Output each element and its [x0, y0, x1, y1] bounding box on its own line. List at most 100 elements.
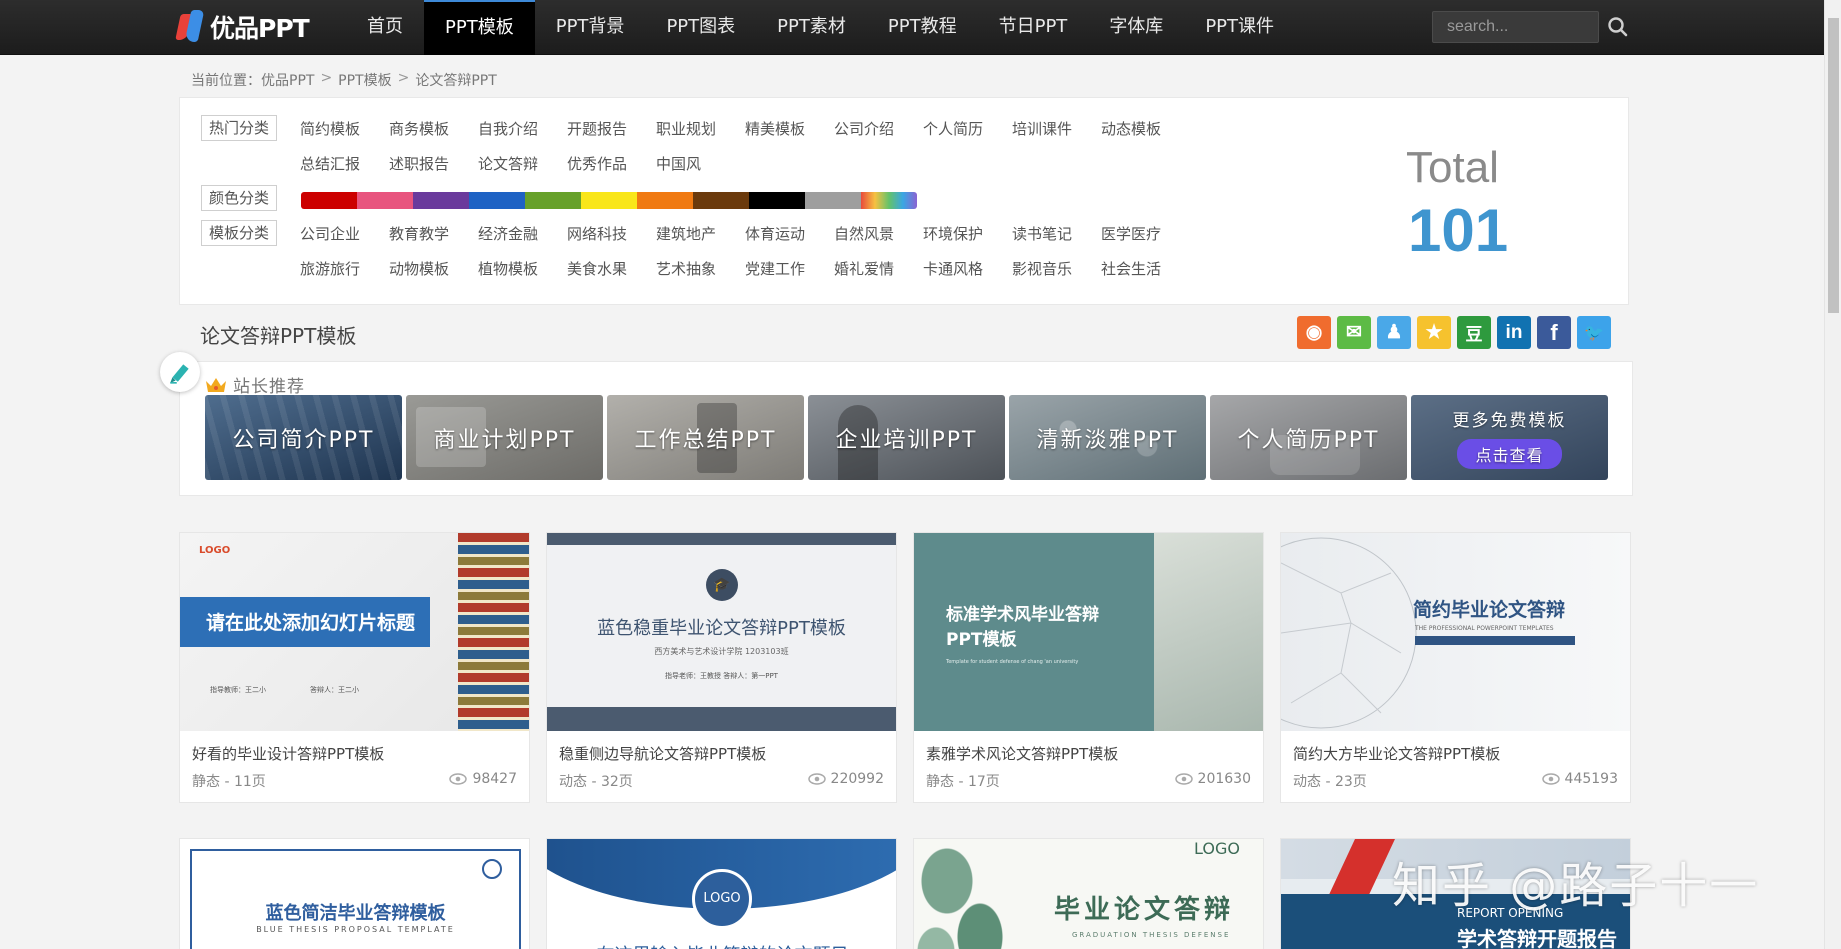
color-swatch-red[interactable]	[301, 192, 357, 209]
nav-item-home[interactable]: 首页	[346, 0, 424, 55]
filter-link[interactable]: 美食水果	[567, 258, 656, 279]
filter-link[interactable]: 自我介绍	[478, 118, 567, 139]
view-more-button[interactable]: 点击查看	[1457, 439, 1562, 469]
filter-link[interactable]: 教育教学	[389, 223, 478, 244]
filter-link[interactable]: 中国风	[656, 153, 745, 174]
recommend-tile-label: 企业培训PPT	[835, 427, 978, 453]
filter-link[interactable]: 经济金融	[478, 223, 567, 244]
template-card[interactable]: 蓝色简洁毕业答辩模板 BLUE THESIS PROPOSAL TEMPLATE	[179, 838, 530, 949]
hot-category-tag: 热门分类	[201, 115, 277, 141]
color-swatch-gray[interactable]	[805, 192, 861, 209]
template-card[interactable]: LOGO 毕业论文答辩 GRADUATION THESIS DEFENSE	[913, 838, 1264, 949]
weibo-share-icon[interactable]: ◉	[1297, 316, 1331, 349]
color-swatch-orange[interactable]	[637, 192, 693, 209]
filter-link[interactable]: 精美模板	[745, 118, 834, 139]
thumb-presenter: 答辩人：王二小	[310, 686, 359, 694]
filter-link[interactable]: 职业规划	[656, 118, 745, 139]
template-card[interactable]: LOGO 在这里输入毕业答辩的论文题目	[546, 838, 897, 949]
filter-link[interactable]: 动态模板	[1101, 118, 1190, 139]
filter-link[interactable]: 网络科技	[567, 223, 656, 244]
filter-link[interactable]: 论文答辩	[478, 153, 567, 174]
color-swatch-rainbow[interactable]	[861, 192, 917, 209]
filter-link[interactable]: 动物模板	[389, 258, 478, 279]
template-card[interactable]: 简约毕业论文答辩 THE PROFESSIONAL POWERPOINT TEM…	[1280, 532, 1631, 803]
recommend-tile-resume[interactable]: 个人简历PPT	[1210, 395, 1407, 480]
filter-link[interactable]: 艺术抽象	[656, 258, 745, 279]
color-swatch-black[interactable]	[749, 192, 805, 209]
douban-share-icon[interactable]: 豆	[1457, 316, 1491, 349]
recommend-tile-corporate-training[interactable]: 企业培训PPT	[808, 395, 1005, 480]
site-logo[interactable]: 优品PPT	[175, 8, 310, 46]
filter-link[interactable]: 医学医疗	[1101, 223, 1190, 244]
qzone-share-icon[interactable]: ★	[1417, 316, 1451, 349]
filter-link[interactable]: 商务模板	[389, 118, 478, 139]
filter-link[interactable]: 自然风景	[834, 223, 923, 244]
filter-link[interactable]: 培训课件	[1012, 118, 1101, 139]
nav-item-ppt-tutorials[interactable]: PPT教程	[867, 0, 978, 55]
scrollbar-thumb[interactable]	[1828, 18, 1839, 313]
color-swatch-purple[interactable]	[413, 192, 469, 209]
facebook-share-icon[interactable]: f	[1537, 316, 1571, 349]
recommend-tile-company-profile[interactable]: 公司简介PPT	[205, 395, 402, 480]
twitter-share-icon[interactable]: 🐦	[1577, 316, 1611, 349]
filter-link[interactable]: 公司企业	[300, 223, 389, 244]
search-icon[interactable]	[1606, 15, 1630, 39]
linkedin-share-icon[interactable]: in	[1497, 316, 1531, 349]
filter-link[interactable]: 植物模板	[478, 258, 567, 279]
recommend-tile-more[interactable]: 更多免费模板 点击查看	[1411, 395, 1608, 480]
card-views: 220992	[807, 771, 884, 787]
card-title[interactable]: 稳重侧边导航论文答辩PPT模板	[559, 743, 766, 764]
filter-link[interactable]: 旅游旅行	[300, 258, 389, 279]
template-thumbnail[interactable]: 简约毕业论文答辩 THE PROFESSIONAL POWERPOINT TEM…	[1281, 533, 1630, 731]
wechat-share-icon[interactable]: ✉	[1337, 316, 1371, 349]
card-title[interactable]: 简约大方毕业论文答辩PPT模板	[1293, 743, 1500, 764]
filter-link[interactable]: 环境保护	[923, 223, 1012, 244]
template-card[interactable]: 标准学术风毕业答辩 PPT模板 Template for student def…	[913, 532, 1264, 803]
filter-link[interactable]: 总结汇报	[300, 153, 389, 174]
filter-link[interactable]: 体育运动	[745, 223, 834, 244]
template-card[interactable]: 🎓 蓝色稳重毕业论文答辩PPT模板 西方美术与艺术设计学院 1203103班 指…	[546, 532, 897, 803]
template-thumbnail[interactable]: 🎓 蓝色稳重毕业论文答辩PPT模板 西方美术与艺术设计学院 1203103班 指…	[547, 533, 896, 731]
recommend-tile-work-summary[interactable]: 工作总结PPT	[607, 395, 804, 480]
filter-link[interactable]: 优秀作品	[567, 153, 656, 174]
filter-link[interactable]: 个人简历	[923, 118, 1012, 139]
nav-item-ppt-materials[interactable]: PPT素材	[756, 0, 867, 55]
breadcrumb-item-home[interactable]: 优品PPT	[261, 70, 314, 90]
filter-link[interactable]: 公司介绍	[834, 118, 923, 139]
nav-item-holiday-ppt[interactable]: 节日PPT	[978, 0, 1089, 55]
filter-link[interactable]: 述职报告	[389, 153, 478, 174]
color-swatch-yellow[interactable]	[581, 192, 637, 209]
page-scrollbar[interactable]	[1824, 0, 1841, 949]
filter-link[interactable]: 党建工作	[745, 258, 834, 279]
color-swatch-brown[interactable]	[693, 192, 749, 209]
nav-item-ppt-charts[interactable]: PPT图表	[645, 0, 756, 55]
template-thumbnail[interactable]: LOGO 请在此处添加幻灯片标题 指导教师：王二小 答辩人：王二小	[180, 533, 529, 731]
color-swatch-pink[interactable]	[357, 192, 413, 209]
template-card[interactable]: LOGO 请在此处添加幻灯片标题 指导教师：王二小 答辩人：王二小 好看的毕业设…	[179, 532, 530, 803]
filter-link[interactable]: 婚礼爱情	[834, 258, 923, 279]
more-templates-text: 更多免费模板	[1452, 411, 1567, 431]
nav-item-ppt-backgrounds[interactable]: PPT背景	[535, 0, 646, 55]
card-title[interactable]: 好看的毕业设计答辩PPT模板	[192, 743, 384, 764]
recommend-tile-fresh-elegant[interactable]: 清新淡雅PPT	[1009, 395, 1206, 480]
filter-link[interactable]: 开题报告	[567, 118, 656, 139]
template-thumbnail[interactable]: 标准学术风毕业答辩 PPT模板 Template for student def…	[914, 533, 1263, 731]
search-input[interactable]	[1432, 11, 1599, 43]
filter-link[interactable]: 简约模板	[300, 118, 389, 139]
card-title[interactable]: 素雅学术风论文答辩PPT模板	[926, 743, 1118, 764]
recommend-tile-business-plan[interactable]: 商业计划PPT	[406, 395, 603, 480]
filter-link[interactable]: 读书笔记	[1012, 223, 1101, 244]
filter-link[interactable]: 社会生活	[1101, 258, 1190, 279]
nav-item-fonts[interactable]: 字体库	[1088, 0, 1184, 55]
breadcrumb-item-templates[interactable]: PPT模板	[338, 70, 391, 90]
nav-item-ppt-courseware[interactable]: PPT课件	[1184, 0, 1295, 55]
color-swatch-blue[interactable]	[469, 192, 525, 209]
color-swatch-green[interactable]	[525, 192, 581, 209]
qq-share-icon[interactable]: ♟	[1377, 316, 1411, 349]
filter-link[interactable]: 卡通风格	[923, 258, 1012, 279]
filter-link[interactable]: 影视音乐	[1012, 258, 1101, 279]
nav-item-ppt-templates[interactable]: PPT模板	[424, 0, 535, 55]
filter-link[interactable]: 建筑地产	[656, 223, 745, 244]
thumb-advisor: 指导老师：王教授 答辩人：第一PPT	[665, 672, 778, 680]
edit-pen-icon[interactable]	[160, 352, 200, 392]
